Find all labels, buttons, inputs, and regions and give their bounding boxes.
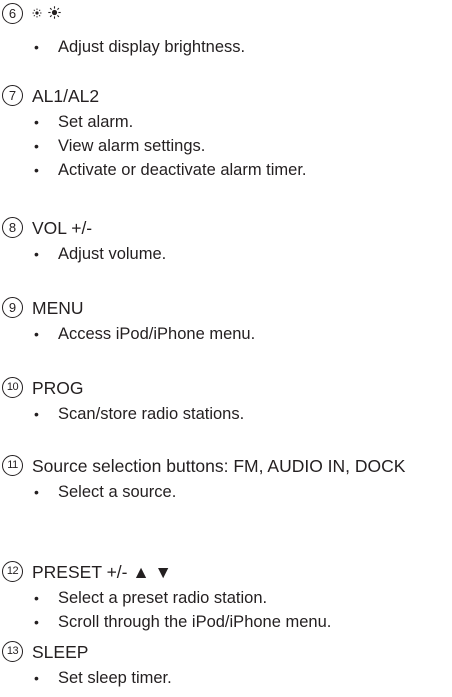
list-item: • View alarm settings.	[34, 137, 206, 155]
list-item: • Select a preset radio station.	[34, 589, 268, 607]
list-item: • Adjust display brightness.	[34, 38, 246, 56]
list-item: • Set alarm.	[34, 113, 134, 131]
list-item: • Select a source.	[34, 483, 177, 501]
control-item-7: 7 AL1/AL2 • Set alarm. • View alarm settin…	[0, 84, 452, 182]
control-title: PRESET +/- ▲ ▼	[32, 562, 172, 582]
bullet-list: • Scan/store radio stations.	[0, 402, 452, 426]
control-item-9: 9 MENU • Access iPod/iPhone menu.	[0, 296, 452, 346]
item-number-badge: 13	[2, 641, 23, 662]
control-item-header: 7 AL1/AL2	[0, 84, 452, 110]
control-item-6: 6 • Adjust display brightness.	[0, 2, 452, 59]
control-title: VOL +/-	[32, 218, 93, 238]
bullet-list: • Set sleep timer.	[0, 666, 452, 690]
item-number-badge: 12	[2, 561, 23, 582]
bullet-list: • Select a source.	[0, 480, 452, 504]
control-item-8: 8 VOL +/- • Adjust volume.	[0, 216, 452, 266]
brightness-high-icon	[48, 6, 61, 19]
list-item: • Adjust volume.	[34, 245, 167, 263]
bullet-list: • Access iPod/iPhone menu.	[0, 322, 452, 346]
list-item: • Activate or deactivate alarm timer.	[34, 161, 307, 179]
item-number-badge: 10	[2, 377, 23, 398]
manual-page: 6 • Adjust display brightness. 7 AL1/AL2…	[0, 0, 452, 697]
control-item-header: 8 VOL +/-	[0, 216, 452, 242]
item-number-badge: 6	[2, 3, 23, 24]
control-title: Source selection buttons: FM, AUDIO IN, …	[32, 456, 406, 476]
bullet-list: • Set alarm. • View alarm settings. • Activ…	[0, 110, 452, 182]
item-number-badge: 9	[2, 297, 23, 318]
list-item: • Set sleep timer.	[34, 669, 172, 687]
brightness-icon	[32, 6, 61, 19]
control-item-header: 11 Source selection buttons: FM, AUDIO I…	[0, 454, 452, 478]
control-item-header: 13 SLEEP	[0, 640, 452, 666]
control-item-13: 13 SLEEP • Set sleep timer.	[0, 640, 452, 690]
item-number-badge: 11	[2, 455, 23, 476]
control-title: MENU	[32, 298, 84, 318]
control-item-10: 10 PROG • Scan/store radio stations.	[0, 376, 452, 426]
control-item-header: 12 PRESET +/- ▲ ▼	[0, 560, 452, 586]
bullet-list: • Adjust display brightness.	[0, 35, 452, 59]
control-item-header: 6	[0, 2, 452, 28]
control-title: PROG	[32, 378, 84, 398]
bullet-list: • Adjust volume.	[0, 242, 452, 266]
list-item: • Access iPod/iPhone menu.	[34, 325, 256, 343]
list-item: • Scroll through the iPod/iPhone menu.	[34, 613, 332, 631]
list-item: • Scan/store radio stations.	[34, 405, 245, 423]
control-item-12: 12 PRESET +/- ▲ ▼ • Select a preset radio…	[0, 560, 452, 634]
brightness-low-icon	[32, 8, 42, 17]
control-title: AL1/AL2	[32, 86, 100, 106]
control-title: SLEEP	[32, 642, 89, 662]
control-item-11: 11 Source selection buttons: FM, AUDIO I…	[0, 454, 452, 504]
control-item-header: 10 PROG	[0, 376, 452, 402]
item-number-badge: 7	[2, 85, 23, 106]
bullet-list: • Select a preset radio station. • Scroll …	[0, 586, 452, 634]
item-number-badge: 8	[2, 217, 23, 238]
control-item-header: 9 MENU	[0, 296, 452, 322]
